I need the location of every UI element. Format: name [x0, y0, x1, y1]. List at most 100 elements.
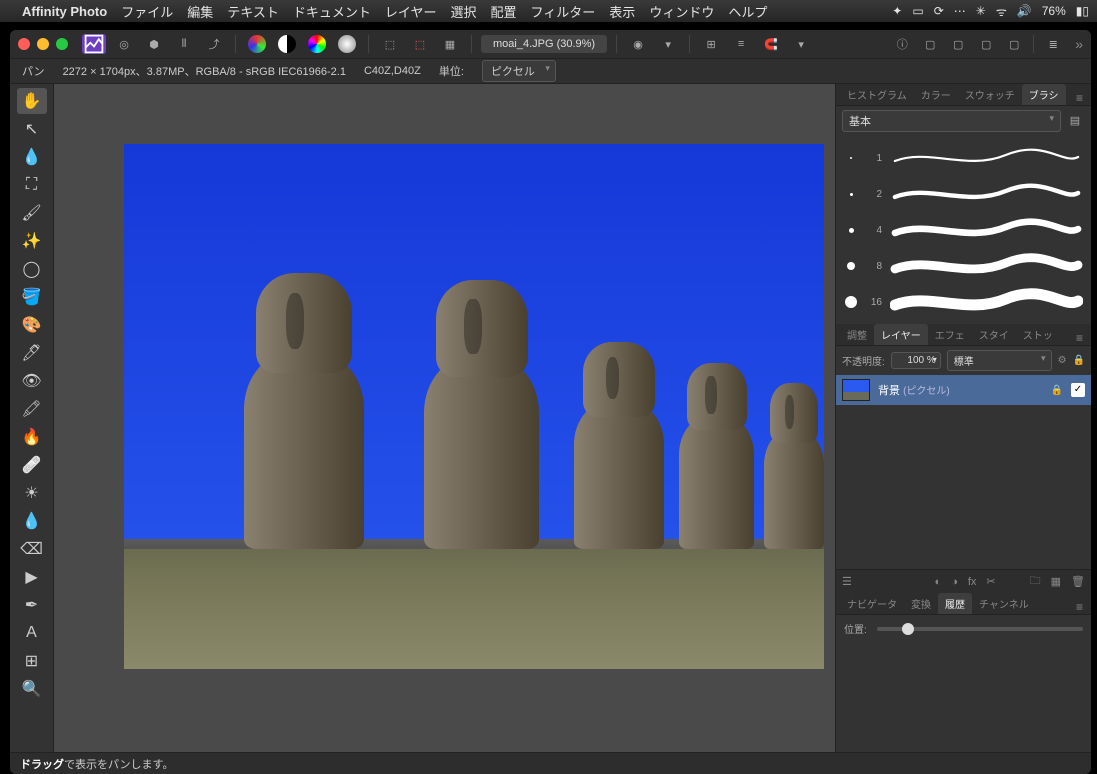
crop-tool[interactable]: ⛶ [17, 172, 47, 198]
adjustment-layer-icon[interactable]: ◑ [951, 576, 958, 588]
tab-swatches[interactable]: スウォッチ [958, 84, 1022, 105]
persona-develop-icon[interactable]: ⬢ [142, 34, 166, 54]
contrast-icon[interactable] [275, 34, 299, 54]
panel-menu-icon[interactable]: ≡ [1072, 331, 1087, 345]
document-tab[interactable]: moai_4.JPG (30.9%) [481, 35, 607, 53]
flood-fill-tool[interactable]: 🪣 [17, 284, 47, 310]
mask-layer-icon[interactable]: ◐ [935, 576, 942, 588]
unit-select[interactable]: ピクセル [482, 60, 556, 82]
group-icon[interactable]: ▢ [974, 34, 998, 54]
mesh-tool[interactable]: ⊞ [17, 648, 47, 674]
tab-adjustments[interactable]: 調整 [840, 324, 874, 345]
blend-mode-select[interactable]: 標準 [947, 350, 1052, 371]
menu-layer[interactable]: レイヤー [385, 2, 437, 21]
pen-brush-tool[interactable]: 🖊 [17, 340, 47, 366]
menu-text[interactable]: テキスト [227, 2, 279, 21]
persona-export-icon[interactable]: ⤴ [202, 34, 226, 54]
inpaint-tool[interactable]: 🩹 [17, 452, 47, 478]
tab-styles[interactable]: スタイ [972, 324, 1016, 345]
toolbar-overflow-icon[interactable]: » [1069, 36, 1083, 52]
group-layer-icon[interactable]: 🗀 [1030, 572, 1041, 591]
brush-preset[interactable]: 4 [836, 212, 1091, 248]
opacity-input[interactable]: 100 % [891, 352, 941, 369]
blend-ranges-icon[interactable]: ☰ [842, 575, 852, 588]
tab-histogram[interactable]: ヒストグラム [840, 84, 914, 105]
wifi-icon[interactable]: ᯤ [996, 3, 1007, 20]
panel-menu-icon[interactable]: ≡ [1072, 91, 1087, 105]
tab-transform[interactable]: 変換 [904, 593, 938, 614]
selection-refine-icon[interactable]: ⬚ [408, 34, 432, 54]
brush-preset[interactable]: 16 [836, 284, 1091, 320]
brush-preset[interactable]: 2 [836, 176, 1091, 212]
menu-arrange[interactable]: 配置 [491, 2, 517, 21]
layer-settings-icon[interactable]: ⚙ [1058, 355, 1067, 366]
brush-tool[interactable]: 🖌 [17, 200, 47, 226]
close-button[interactable] [18, 38, 30, 50]
hue-icon[interactable] [305, 34, 329, 54]
marquee-tool[interactable]: ◯ [17, 256, 47, 282]
brush-preset[interactable]: 1 [836, 140, 1091, 176]
gradient-tool[interactable]: 🎨 [17, 312, 47, 338]
tab-brushes[interactable]: ブラシ [1022, 84, 1066, 105]
snapping-dropdown-icon[interactable]: ▾ [789, 34, 813, 54]
erase-tool[interactable]: ⌫ [17, 536, 47, 562]
align-icon[interactable]: ≣ [1041, 34, 1065, 54]
selection-marquee-icon[interactable]: ⬚ [378, 34, 402, 54]
quick-mask-icon[interactable]: ▦ [438, 34, 462, 54]
alignment-icon[interactable]: ≡ [729, 34, 753, 54]
zoom-tool[interactable]: 🔍 [17, 676, 47, 702]
menu-window[interactable]: ウィンドウ [649, 2, 714, 21]
dropdown-icon[interactable]: ▾ [656, 34, 680, 54]
tray-icons[interactable]: ⋯ [954, 4, 966, 18]
menu-document[interactable]: ドキュメント [293, 2, 371, 21]
assistant-icon[interactable]: ⓘ [890, 34, 914, 54]
arrange-back-icon[interactable]: ▢ [918, 34, 942, 54]
bluetooth-icon[interactable]: ✳ [976, 4, 986, 18]
red-eye-tool[interactable]: 👁 [17, 368, 47, 394]
persona-photo-icon[interactable] [82, 34, 106, 54]
display-icon[interactable]: ▭ [912, 4, 923, 18]
color-picker-tool[interactable]: 💧 [17, 144, 47, 170]
crop-layer-icon[interactable]: ✂ [986, 575, 995, 588]
blur-tool[interactable]: 💧 [17, 508, 47, 534]
color-swatch-1[interactable] [245, 34, 269, 54]
menu-view[interactable]: 表示 [609, 2, 635, 21]
menu-help[interactable]: ヘルプ [728, 2, 767, 21]
evernote-icon[interactable]: ✦ [892, 4, 902, 18]
move-tool[interactable]: ↖ [17, 116, 47, 142]
canvas[interactable] [54, 84, 835, 752]
layer-item[interactable]: 背景 (ピクセル) 🔒 ✓ [836, 375, 1091, 405]
persona-tone-icon[interactable]: ⦀ [172, 34, 196, 54]
document-view[interactable] [124, 144, 824, 669]
brush-preset[interactable]: 8 [836, 248, 1091, 284]
menu-file[interactable]: ファイル [121, 2, 173, 21]
layer-list[interactable]: 背景 (ピクセル) 🔒 ✓ [836, 375, 1091, 569]
menu-edit[interactable]: 編集 [187, 2, 213, 21]
tab-effects[interactable]: エフェ [928, 324, 972, 345]
dodge-tool[interactable]: ☀ [17, 480, 47, 506]
arrange-icon[interactable]: ▢ [1002, 34, 1026, 54]
lock-icon[interactable]: 🔒 [1051, 385, 1063, 396]
tab-layers[interactable]: レイヤー [874, 324, 928, 345]
tab-navigator[interactable]: ナビゲータ [840, 593, 904, 614]
app-name[interactable]: Affinity Photo [22, 4, 107, 19]
tab-stock[interactable]: ストッ [1016, 324, 1060, 345]
persona-liquify-icon[interactable]: ◎ [112, 34, 136, 54]
lightness-icon[interactable] [335, 34, 359, 54]
hand-tool[interactable]: ✋ [17, 88, 47, 114]
tab-history[interactable]: 履歴 [938, 593, 972, 614]
battery-percent[interactable]: 76% [1042, 4, 1066, 18]
zoom-button[interactable] [56, 38, 68, 50]
add-layer-icon[interactable]: ▦ [1051, 575, 1061, 588]
grid-icon[interactable]: ⊞ [699, 34, 723, 54]
text-tool[interactable]: A [17, 620, 47, 646]
battery-icon[interactable]: ▮▯ [1076, 4, 1089, 18]
delete-layer-icon[interactable]: 🗑 [1071, 575, 1085, 588]
pen-tool[interactable]: ✒ [17, 592, 47, 618]
burn-tool[interactable]: 🔥 [17, 424, 47, 450]
history-slider[interactable] [877, 627, 1083, 631]
brush-category-select[interactable]: 基本 [842, 110, 1061, 132]
wand-tool[interactable]: ✨ [17, 228, 47, 254]
layer-lock-icon[interactable]: 🔒 [1073, 355, 1085, 366]
node-tool[interactable]: ▶ [17, 564, 47, 590]
